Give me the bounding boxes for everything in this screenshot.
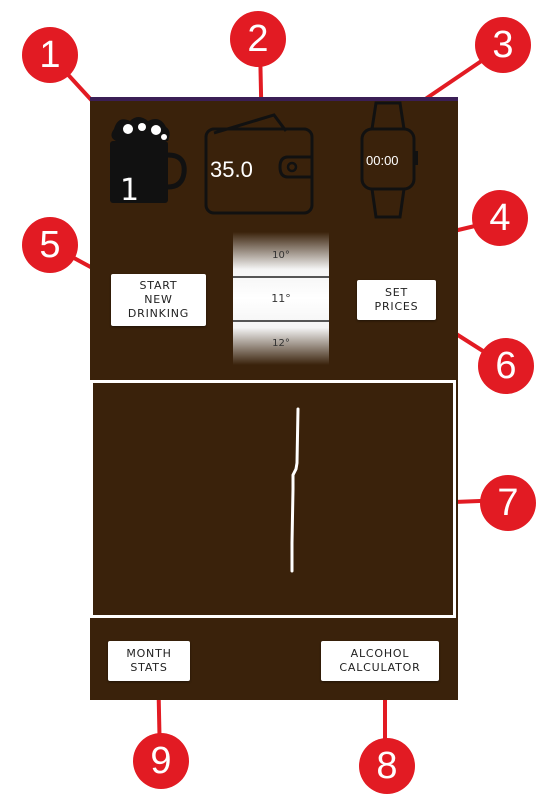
drawing-area[interactable] [90,380,456,618]
callout-7: 7 [480,475,536,531]
start-new-drinking-label: START NEW DRINKING [127,279,190,320]
picker-option-10[interactable]: 10° [233,250,329,261]
callout-9: 9 [133,733,189,789]
callout-1: 1 [22,27,78,83]
picker-option-11[interactable]: 11° [233,292,329,305]
drawn-stroke [290,407,300,573]
timer-indicator: 00:00 [358,101,418,221]
beer-count-indicator: 1 [108,115,188,208]
month-stats-label: MONTH STATS [126,647,172,674]
callout-8: 8 [359,738,415,794]
wallet-indicator: 35.0 [204,111,319,215]
callout-3: 3 [475,17,531,73]
picker-divider-bottom [233,320,329,322]
alcohol-degree-picker[interactable]: 10° 11° 12° [233,232,329,365]
set-prices-label: SET PRICES [374,286,419,313]
set-prices-button[interactable]: SET PRICES [357,280,436,320]
start-new-drinking-button[interactable]: START NEW DRINKING [111,274,206,326]
timer-text: 00:00 [366,153,399,168]
callout-6: 6 [478,338,534,394]
alcohol-calculator-button[interactable]: ALCOHOL CALCULATOR [321,641,439,681]
picker-divider-top [233,276,329,278]
callout-4: 4 [472,190,528,246]
beer-count: 1 [120,173,140,208]
callout-5: 5 [22,217,78,273]
wallet-amount: 35.0 [210,157,253,182]
month-stats-button[interactable]: MONTH STATS [108,641,190,681]
alcohol-calculator-label: ALCOHOL CALCULATOR [339,647,421,674]
picker-option-12[interactable]: 12° [233,338,329,349]
callout-2: 2 [230,11,286,67]
app-screen: 1 35.0 00:00 START NEW DRINKING 10° 11° [90,97,458,700]
